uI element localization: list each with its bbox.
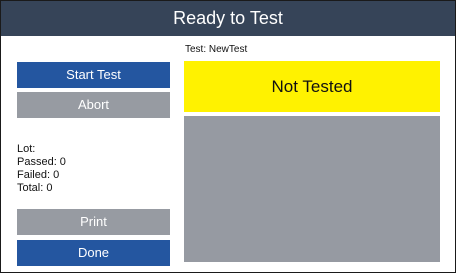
- result-area: [184, 116, 440, 262]
- done-button[interactable]: Done: [17, 240, 170, 266]
- abort-button[interactable]: Abort: [17, 92, 170, 118]
- status-banner: Not Tested: [184, 61, 440, 112]
- stats-panel: Lot: Passed: 0 Failed: 0 Total: 0: [17, 143, 66, 195]
- passed-count: Passed: 0: [17, 156, 66, 168]
- start-test-button[interactable]: Start Test: [17, 62, 170, 88]
- title-bar: Ready to Test: [1, 1, 455, 36]
- print-button[interactable]: Print: [17, 209, 170, 235]
- lot-label: Lot:: [17, 143, 36, 155]
- test-name-label: Test: NewTest: [185, 44, 248, 55]
- failed-count: Failed: 0: [17, 169, 60, 181]
- total-count: Total: 0: [17, 182, 53, 194]
